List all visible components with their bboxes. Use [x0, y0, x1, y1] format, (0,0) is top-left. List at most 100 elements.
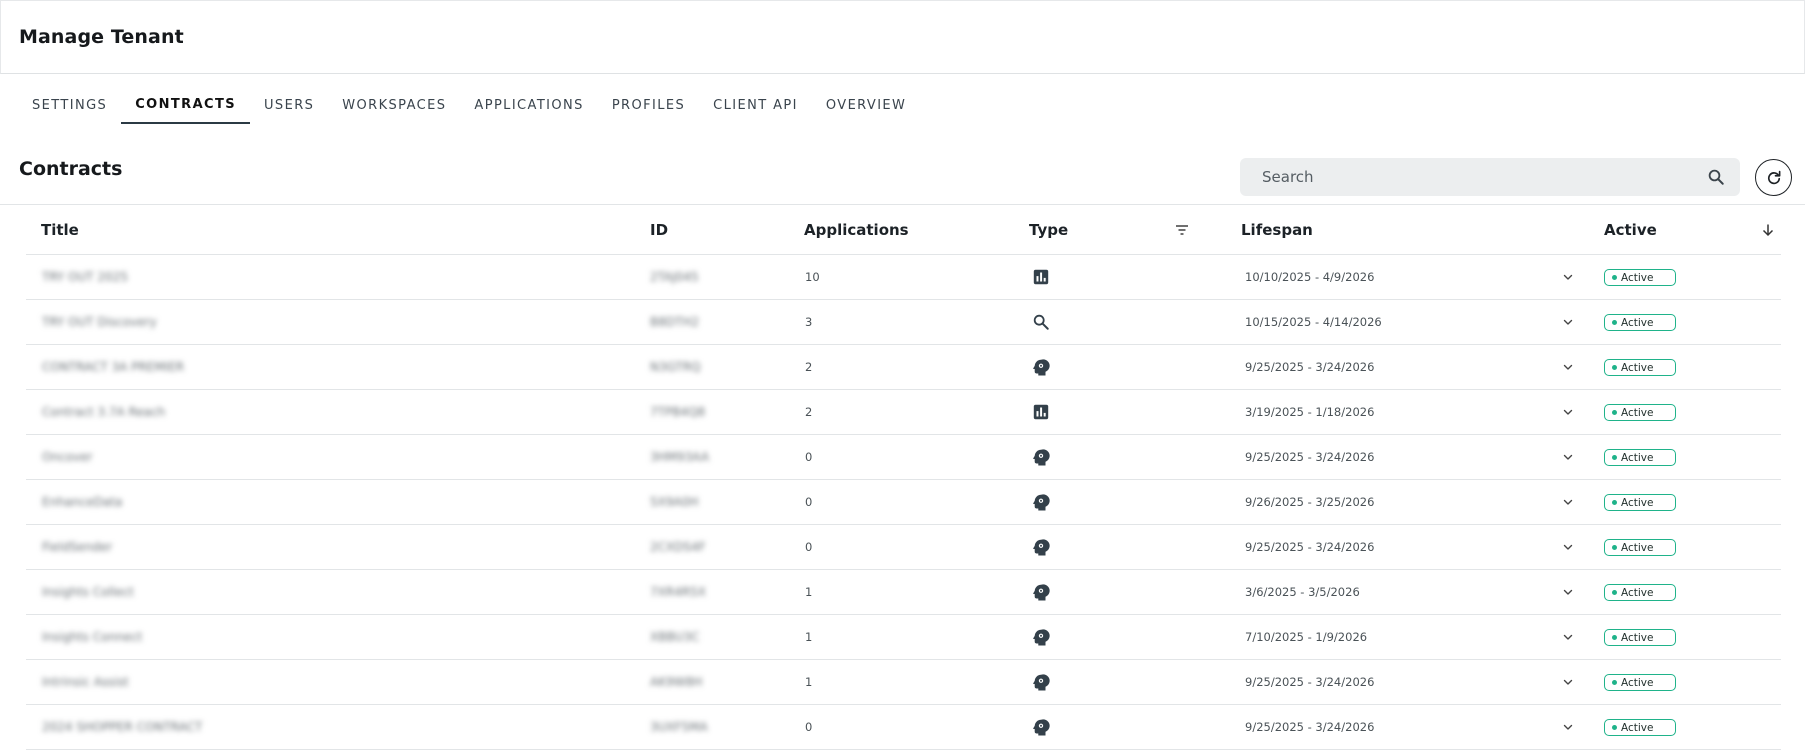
- table-row[interactable]: Insights Collect 7XR4R5X 1 3/6/2025 - 3/…: [26, 570, 1781, 615]
- column-header-type[interactable]: Type: [1029, 206, 1068, 254]
- status-dot: [1612, 635, 1617, 640]
- applications-count: 0: [805, 720, 813, 734]
- status-label: Active: [1621, 406, 1654, 419]
- chevron-down-icon[interactable]: [1561, 540, 1575, 554]
- sort-down-icon[interactable]: [1758, 220, 1778, 240]
- chevron-down-icon[interactable]: [1561, 360, 1575, 374]
- status-dot: [1612, 680, 1617, 685]
- search-icon: [1032, 313, 1050, 331]
- table-row[interactable]: 2024 SHOPPER CONTRACT 3UXF5MA 0 9/25/202…: [26, 705, 1781, 750]
- table-row[interactable]: Oncover 3HM93AA 0 9/25/2025 - 3/24/2026 …: [26, 435, 1781, 480]
- contract-id: B8DTH2: [650, 315, 700, 329]
- lifespan: 9/25/2025 - 3/24/2026: [1245, 720, 1375, 734]
- contract-title: Insights Collect: [42, 585, 134, 599]
- table-row[interactable]: FieldSender 2CXDS4F 0 9/25/2025 - 3/24/2…: [26, 525, 1781, 570]
- lifespan: 9/25/2025 - 3/24/2026: [1245, 675, 1375, 689]
- status-label: Active: [1621, 721, 1654, 734]
- search-input[interactable]: [1262, 168, 1706, 186]
- ai-head-icon: [1032, 673, 1050, 691]
- chevron-down-icon[interactable]: [1561, 315, 1575, 329]
- table-row[interactable]: Intrinsic Assist AK9W8H 1 9/25/2025 - 3/…: [26, 660, 1781, 705]
- refresh-icon: [1765, 169, 1783, 187]
- chevron-down-icon[interactable]: [1561, 630, 1575, 644]
- applications-count: 1: [805, 585, 813, 599]
- tab-settings[interactable]: SETTINGS: [18, 86, 121, 124]
- tab-profiles[interactable]: PROFILES: [598, 86, 699, 124]
- status-label: Active: [1621, 631, 1654, 644]
- column-header-title[interactable]: Title: [41, 206, 79, 254]
- status-label: Active: [1621, 541, 1654, 554]
- lifespan: 10/10/2025 - 4/9/2026: [1245, 270, 1375, 284]
- lifespan: 9/26/2025 - 3/25/2026: [1245, 495, 1375, 509]
- lifespan: 9/25/2025 - 3/24/2026: [1245, 360, 1375, 374]
- applications-count: 0: [805, 540, 813, 554]
- chevron-down-icon[interactable]: [1561, 585, 1575, 599]
- lifespan: 3/6/2025 - 3/5/2026: [1245, 585, 1360, 599]
- contract-id: 2CXDS4F: [650, 540, 706, 554]
- contract-title: TRY OUT 2025: [42, 270, 128, 284]
- chevron-down-icon[interactable]: [1561, 495, 1575, 509]
- contract-title: Oncover: [42, 450, 93, 464]
- table-row[interactable]: TRY OUT 2025 2TAJ045 10 10/10/2025 - 4/9…: [26, 255, 1781, 300]
- contract-id: 3HM93AA: [650, 450, 710, 464]
- contract-id: 2TAJ045: [650, 270, 699, 284]
- applications-count: 1: [805, 630, 813, 644]
- contract-title: Contract 3.7A Reach: [42, 405, 166, 419]
- column-header-id[interactable]: ID: [650, 206, 668, 254]
- table-row[interactable]: TRY OUT Discovery B8DTH2 3 10/15/2025 - …: [26, 300, 1781, 345]
- tab-client-api[interactable]: CLIENT API: [699, 86, 812, 124]
- applications-count: 1: [805, 675, 813, 689]
- status-label: Active: [1621, 361, 1654, 374]
- table-body: TRY OUT 2025 2TAJ045 10 10/10/2025 - 4/9…: [26, 255, 1781, 750]
- chevron-down-icon[interactable]: [1561, 720, 1575, 734]
- contract-id: 3UXF5MA: [650, 720, 708, 734]
- chart-icon: [1032, 268, 1050, 286]
- table-row[interactable]: EnhanceData 5X9A0H 0 9/26/2025 - 3/25/20…: [26, 480, 1781, 525]
- ai-head-icon: [1032, 448, 1050, 466]
- column-header-lifespan[interactable]: Lifespan: [1241, 206, 1313, 254]
- chevron-down-icon[interactable]: [1561, 405, 1575, 419]
- column-header-applications[interactable]: Applications: [804, 206, 909, 254]
- status-badge: Active: [1604, 269, 1676, 286]
- status-badge: Active: [1604, 719, 1676, 736]
- column-header-active[interactable]: Active: [1604, 206, 1657, 254]
- contract-title: Intrinsic Assist: [42, 675, 129, 689]
- status-label: Active: [1621, 586, 1654, 599]
- status-badge: Active: [1604, 539, 1676, 556]
- status-dot: [1612, 365, 1617, 370]
- tab-contracts[interactable]: CONTRACTS: [121, 86, 251, 124]
- table-row[interactable]: CONTRACT 3A PREMIER N3GTRQ 2 9/25/2025 -…: [26, 345, 1781, 390]
- contract-title: 2024 SHOPPER CONTRACT: [42, 720, 203, 734]
- status-label: Active: [1621, 451, 1654, 464]
- contract-id: AK9W8H: [650, 675, 703, 689]
- lifespan: 7/10/2025 - 1/9/2026: [1245, 630, 1368, 644]
- table-row[interactable]: Insights Connect XBBU3C 1 7/10/2025 - 1/…: [26, 615, 1781, 660]
- search-box: [1240, 158, 1740, 196]
- chevron-down-icon[interactable]: [1561, 270, 1575, 284]
- tab-workspaces[interactable]: WORKSPACES: [328, 86, 460, 124]
- status-dot: [1612, 320, 1617, 325]
- ai-head-icon: [1032, 493, 1050, 511]
- tab-overview[interactable]: OVERVIEW: [812, 86, 920, 124]
- search-icon[interactable]: [1706, 167, 1726, 187]
- filter-icon[interactable]: [1172, 220, 1192, 240]
- contract-id: 5X9A0H: [650, 495, 699, 509]
- status-dot: [1612, 455, 1617, 460]
- applications-count: 3: [805, 315, 813, 329]
- tab-applications[interactable]: APPLICATIONS: [460, 86, 597, 124]
- status-dot: [1612, 500, 1617, 505]
- status-dot: [1612, 545, 1617, 550]
- applications-count: 0: [805, 495, 813, 509]
- refresh-button[interactable]: [1755, 159, 1792, 196]
- tab-users[interactable]: USERS: [250, 86, 328, 124]
- divider: [0, 204, 1805, 205]
- status-badge: Active: [1604, 629, 1676, 646]
- contracts-table: Title ID Applications Type Lifespan Acti…: [26, 206, 1781, 750]
- table-row[interactable]: Contract 3.7A Reach 7TPB4Q8 2 3/19/2025 …: [26, 390, 1781, 435]
- contract-id: 7XR4R5X: [650, 585, 707, 599]
- chevron-down-icon[interactable]: [1561, 450, 1575, 464]
- page-title: Manage Tenant: [19, 26, 184, 48]
- applications-count: 2: [805, 360, 813, 374]
- applications-count: 10: [805, 270, 820, 284]
- chevron-down-icon[interactable]: [1561, 675, 1575, 689]
